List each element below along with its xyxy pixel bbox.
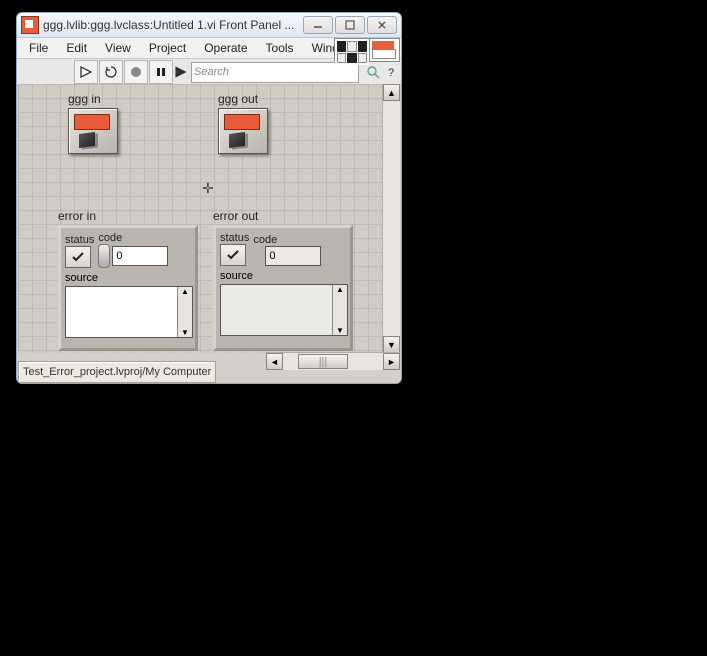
labview-window: ggg.lvlib:ggg.lvclass:Untitled 1.vi Fron… bbox=[16, 12, 402, 384]
scroll-thumb[interactable]: ||| bbox=[298, 354, 348, 369]
minimize-button[interactable] bbox=[303, 16, 333, 34]
run-continuously-button[interactable] bbox=[99, 60, 123, 84]
error-out-status-label: status bbox=[220, 232, 249, 244]
scroll-down-button[interactable]: ▼ bbox=[383, 336, 400, 353]
scroll-up-button[interactable]: ▲ bbox=[383, 84, 400, 101]
help-icon[interactable]: ? bbox=[385, 61, 399, 83]
statusbar: Test_Error_project.lvproj/My Computer bbox=[18, 361, 216, 383]
play-icon[interactable] bbox=[174, 61, 188, 83]
error-in-cluster: error in status code 0 bbox=[58, 209, 198, 351]
project-path: Test_Error_project.lvproj/My Computer bbox=[23, 366, 211, 378]
horizontal-scrollbar[interactable]: ◄ ||| ► bbox=[266, 352, 400, 370]
error-out-status-indicator bbox=[220, 244, 246, 266]
error-out-source-scrollbar[interactable]: ▲▼ bbox=[332, 285, 347, 335]
window-title: ggg.lvlib:ggg.lvclass:Untitled 1.vi Fron… bbox=[43, 18, 303, 32]
navigation-pane[interactable] bbox=[334, 38, 400, 62]
error-in-source-scrollbar[interactable]: ▲▼ bbox=[177, 287, 192, 337]
error-out-code-field: 0 bbox=[265, 246, 321, 266]
pause-button[interactable] bbox=[149, 60, 173, 84]
titlebar[interactable]: ggg.lvlib:ggg.lvclass:Untitled 1.vi Fron… bbox=[17, 13, 401, 38]
vi-icon-small[interactable] bbox=[369, 39, 399, 61]
error-in-code-spinner[interactable] bbox=[98, 244, 110, 268]
ggg-out-label: ggg out bbox=[218, 92, 278, 106]
vertical-scrollbar[interactable]: ▲ ▼ bbox=[382, 84, 400, 353]
error-out-code-label: code bbox=[253, 234, 321, 246]
run-button[interactable] bbox=[74, 60, 98, 84]
menu-file[interactable]: File bbox=[21, 39, 56, 57]
error-in-source-field[interactable]: ▲▼ bbox=[65, 286, 193, 338]
front-panel[interactable]: ggg in ggg out ✛ error in status c bbox=[18, 84, 383, 353]
error-out-source-field: ▲▼ bbox=[220, 284, 348, 336]
error-in-code-field[interactable]: 0 bbox=[112, 246, 168, 266]
vi-icon bbox=[21, 16, 39, 34]
search-input[interactable]: Search bbox=[191, 62, 359, 83]
menu-view[interactable]: View bbox=[97, 39, 139, 57]
maximize-button[interactable] bbox=[335, 16, 365, 34]
error-in-label: error in bbox=[58, 209, 198, 223]
ggg-out-terminal[interactable] bbox=[218, 108, 268, 154]
menu-project[interactable]: Project bbox=[141, 39, 194, 57]
ggg-in-label: ggg in bbox=[68, 92, 128, 106]
close-button[interactable] bbox=[367, 16, 397, 34]
scroll-left-button[interactable]: ◄ bbox=[266, 353, 283, 370]
ggg-in-terminal[interactable] bbox=[68, 108, 118, 154]
error-out-cluster: error out status code 0 bbox=[213, 209, 353, 351]
menu-operate[interactable]: Operate bbox=[196, 39, 255, 57]
error-out-source-label: source bbox=[220, 270, 346, 282]
error-out-box[interactable]: status code 0 source bbox=[213, 225, 353, 351]
error-in-source-label: source bbox=[65, 272, 191, 284]
cursor-crosshair-icon: ✛ bbox=[202, 180, 214, 197]
error-in-status-checkbox[interactable] bbox=[65, 246, 91, 268]
ggg-out-indicator: ggg out bbox=[218, 92, 278, 154]
menu-edit[interactable]: Edit bbox=[58, 39, 95, 57]
error-out-label: error out bbox=[213, 209, 353, 223]
window-buttons bbox=[303, 16, 397, 34]
menu-tools[interactable]: Tools bbox=[258, 39, 302, 57]
error-in-box[interactable]: status code 0 source bbox=[58, 225, 198, 351]
abort-button[interactable] bbox=[124, 60, 148, 84]
ggg-in-control: ggg in bbox=[68, 92, 128, 154]
connector-pane-icon[interactable] bbox=[335, 39, 369, 65]
error-in-status-label: status bbox=[65, 234, 94, 246]
svg-text:?: ? bbox=[388, 67, 394, 79]
scroll-right-button[interactable]: ► bbox=[383, 353, 400, 370]
error-in-code-label: code bbox=[98, 232, 168, 244]
